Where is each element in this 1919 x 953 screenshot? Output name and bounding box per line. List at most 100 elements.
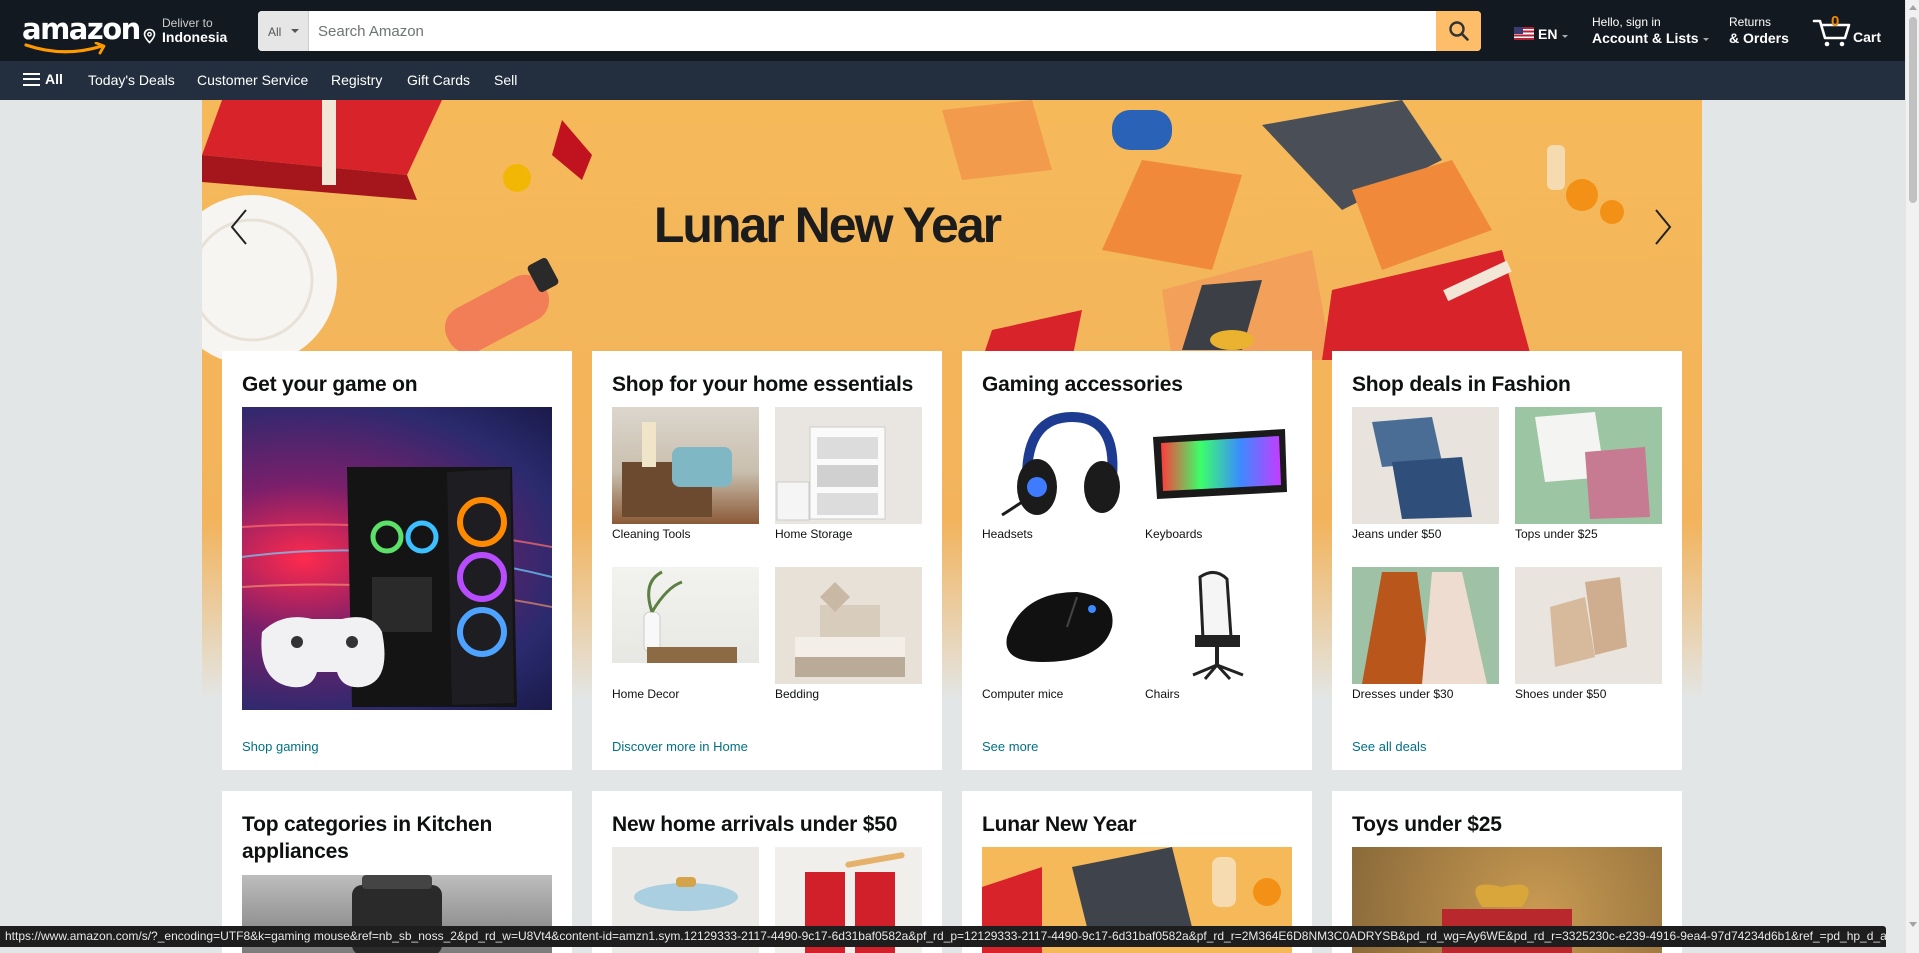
tile-tops[interactable]: Tops under $25 [1515, 407, 1662, 541]
jeans-illustration [1372, 417, 1472, 519]
chevron-left-icon [230, 209, 247, 245]
scroll-up-arrow-icon[interactable] [1909, 5, 1917, 10]
card-title: Lunar New Year [982, 813, 1137, 836]
hamburger-icon [23, 72, 40, 86]
cart-label: Cart [1853, 29, 1882, 45]
card-title: Shop deals in Fashion [1352, 373, 1571, 396]
search-button[interactable] [1436, 11, 1481, 51]
card-title: Get your game on [242, 373, 418, 396]
search-bar: All [258, 11, 1481, 51]
decor-vase-illustration [612, 570, 759, 684]
hero-title: Lunar New Year [653, 197, 1002, 253]
tile-home-decor[interactable]: Home Decor [612, 567, 759, 701]
tile-chairs[interactable]: Chairs [1145, 567, 1292, 701]
tile-caption: Tops under $25 [1515, 527, 1598, 541]
browser-status-url: https://www.amazon.com/s/?_encoding=UTF8… [0, 926, 1886, 947]
tile-image [1145, 567, 1292, 684]
chevron-right-icon [1655, 209, 1672, 245]
chevron-down-icon [291, 29, 299, 33]
tile-caption: Cleaning Tools [612, 527, 691, 541]
page-scrollbar[interactable] [1905, 0, 1919, 953]
chevron-down-icon [1702, 37, 1709, 41]
card-link-discover-home[interactable]: Discover more in Home [612, 739, 748, 754]
tile-image [1145, 407, 1292, 524]
tile-home-storage[interactable]: Home Storage [775, 407, 922, 541]
tile-caption: Home Storage [775, 527, 853, 541]
tile-image [1352, 567, 1499, 684]
gaming-pc-illustration [242, 467, 552, 707]
tile-shoes[interactable]: Shoes under $50 [1515, 567, 1662, 701]
dresses-illustration [1362, 572, 1487, 684]
tile-caption: Shoes under $50 [1515, 687, 1607, 701]
card-gaming: Get your game on Shop gaming [222, 351, 572, 770]
cart-count: 0 [1831, 13, 1840, 30]
tile-keyboards[interactable]: Keyboards [1145, 407, 1292, 541]
nav-link-registry[interactable]: Registry [331, 72, 382, 88]
card-gaming-accessories: Gaming accessories Headsets Keyboards Co… [962, 351, 1312, 770]
bed-illustration [795, 582, 905, 677]
all-menu-label: All [45, 71, 63, 87]
tile-image [1515, 407, 1662, 524]
us-flag-icon [1514, 27, 1534, 40]
nav-link-customer-service[interactable]: Customer Service [197, 72, 308, 88]
keyboard-illustration [1153, 429, 1287, 499]
account-greeting: Hello, sign in [1592, 15, 1661, 29]
scrollbar-thumb[interactable] [1909, 17, 1917, 203]
tile-caption: Bedding [775, 687, 820, 701]
tile-image [775, 407, 922, 524]
tile-caption: Home Decor [612, 687, 680, 701]
card-title: Gaming accessories [982, 373, 1183, 396]
carousel-next-button[interactable] [1642, 202, 1682, 252]
gaming-pc-image[interactable] [242, 407, 552, 710]
tile-bedding[interactable]: Bedding [775, 567, 922, 701]
all-menu-button[interactable]: All [23, 71, 63, 87]
deliver-country: Indonesia [162, 29, 228, 45]
tile-dresses[interactable]: Dresses under $30 [1352, 567, 1499, 701]
chevron-down-icon [1562, 35, 1568, 38]
tile-image [982, 567, 1129, 684]
tile-caption: Jeans under $50 [1352, 527, 1442, 541]
tile-image [612, 567, 759, 684]
tile-caption: Headsets [982, 527, 1033, 541]
search-icon [1448, 21, 1469, 41]
search-department-select[interactable]: All [258, 11, 309, 51]
search-input[interactable] [309, 11, 1429, 51]
nav-link-sell[interactable]: Sell [494, 72, 517, 88]
nav-main: All Today's Deals Customer Service Regis… [0, 61, 1905, 100]
carousel-prev-button[interactable] [220, 202, 260, 252]
nav-link-gift-cards[interactable]: Gift Cards [407, 72, 470, 88]
card-link-see-all-deals[interactable]: See all deals [1352, 739, 1426, 754]
returns-orders[interactable]: Returns & Orders [1729, 15, 1789, 46]
returns-label: Returns [1729, 15, 1772, 29]
tile-image [1352, 407, 1499, 524]
cart-button[interactable]: 0 Cart [1812, 13, 1894, 48]
language-code: EN [1538, 26, 1558, 42]
card-title: Shop for your home essentials [612, 373, 914, 396]
card-home-essentials: Shop for your home essentials Cleaning T… [592, 351, 942, 770]
card-link-see-more[interactable]: See more [982, 739, 1038, 754]
tile-grid: Cleaning Tools Home Storage Home Decor B… [612, 407, 922, 702]
boots-illustration [1550, 577, 1627, 667]
nav-link-todays-deals[interactable]: Today's Deals [88, 72, 175, 88]
tile-headsets[interactable]: Headsets [982, 407, 1129, 541]
card-title: Toys under $25 [1352, 813, 1502, 836]
amazon-logo[interactable]: amazon [20, 12, 141, 55]
account-lists[interactable]: Hello, sign in Account & Lists [1592, 15, 1709, 46]
tile-image [1515, 567, 1662, 684]
tile-jeans[interactable]: Jeans under $50 [1352, 407, 1499, 541]
card-fashion-deals: Shop deals in Fashion Jeans under $50 To… [1332, 351, 1682, 770]
nav-belt: amazon Deliver to Indonesia All EN [0, 0, 1905, 61]
tile-cleaning-tools[interactable]: Cleaning Tools [612, 407, 759, 541]
headset-illustration [1001, 411, 1120, 517]
card-link-shop-gaming[interactable]: Shop gaming [242, 739, 319, 754]
card-title: Top categories in Kitchen appliances [242, 813, 493, 863]
tile-computer-mice[interactable]: Computer mice [982, 567, 1129, 701]
card-title: New home arrivals under $50 [612, 813, 898, 836]
chair-illustration [1192, 571, 1244, 681]
cleaning-basket-illustration [622, 422, 732, 517]
orders-label: & Orders [1729, 30, 1789, 46]
scroll-down-arrow-icon[interactable] [1909, 922, 1917, 927]
tops-illustration [1535, 412, 1650, 519]
tile-image [612, 407, 759, 524]
tile-caption: Computer mice [982, 687, 1064, 701]
